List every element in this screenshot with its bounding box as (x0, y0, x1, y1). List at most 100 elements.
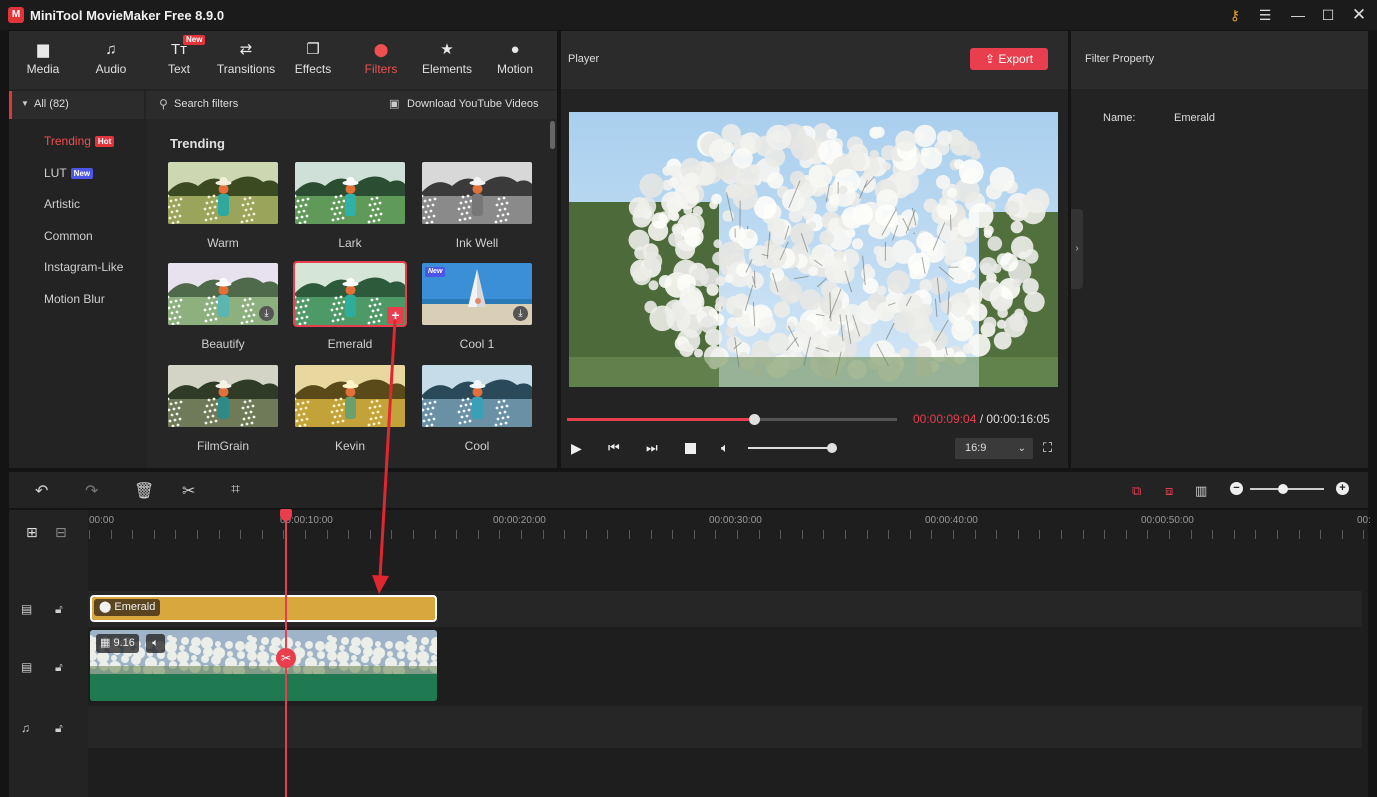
download-icon[interactable]: ⤓ (513, 306, 528, 321)
film-icon: ▦ (100, 637, 114, 649)
folder-icon: ▆ (37, 41, 49, 58)
effects-icon: ❐ (306, 41, 320, 58)
category-trending[interactable]: Trending Hot (44, 134, 115, 148)
volume-slider[interactable] (748, 447, 834, 449)
app-title: MiniTool MovieMaker Free 8.9.0 (30, 8, 225, 23)
chevron-down-icon: ⌄ (1017, 443, 1026, 454)
close-icon[interactable]: ✕ (1345, 4, 1373, 26)
minimize-icon[interactable]: — (1284, 4, 1312, 26)
category-lut[interactable]: LUT New (44, 166, 94, 180)
aspect-ratio-select[interactable]: 16:9 ⌄ (955, 438, 1033, 459)
ruler-tick (1342, 530, 1343, 539)
collapse-panel-toggle[interactable]: › (1071, 209, 1083, 289)
search-bar: ⚲ Search filters ▣ Download YouTube Vide… (146, 91, 557, 119)
filter-scrollbar[interactable] (550, 121, 555, 149)
fit-timeline-icon[interactable]: ▥ (1195, 483, 1207, 499)
filter-property-header: Filter Property (1071, 31, 1368, 89)
video-clip[interactable] (90, 630, 437, 701)
ruler-tick (1083, 530, 1084, 539)
tab-audio[interactable]: ♫ Audio (77, 31, 145, 89)
clip-audio-icon[interactable]: 🔈︎ (146, 634, 165, 653)
add-filter-button[interactable]: + (387, 307, 404, 324)
aspect-ratio-value: 16:9 (965, 442, 987, 454)
filter-thumbnail-lark[interactable] (295, 162, 405, 224)
ruler-tick (111, 530, 112, 539)
download-icon[interactable]: ⤓ (259, 306, 274, 321)
tab-media[interactable]: ▆ Media (9, 31, 77, 89)
ruler-tick (780, 530, 781, 539)
tab-label: Media (26, 62, 60, 76)
ruler-tick (564, 530, 565, 539)
youtube-download-icon: ▣ (389, 98, 400, 110)
play-icon[interactable]: ▶ (571, 440, 582, 457)
category-common[interactable]: Common (44, 229, 93, 243)
stop-icon[interactable] (685, 443, 696, 454)
add-track-icon[interactable]: ⊞ (26, 524, 38, 541)
filter-label: Ink Well (455, 236, 499, 250)
ruler-tick (629, 530, 630, 539)
unlock-icon[interactable]: 🔓︎ (55, 602, 63, 617)
ruler-tick (737, 530, 738, 539)
fullscreen-icon[interactable]: ⛶ (1043, 440, 1052, 456)
time-readout: 00:00:09:04 / 00:00:16:05 (913, 412, 1050, 426)
category-label: Trending (44, 134, 91, 148)
category-motion-blur[interactable]: Motion Blur (44, 292, 105, 306)
playhead-handle[interactable] (280, 509, 292, 521)
split-scissors-icon[interactable]: ✂ (276, 648, 296, 668)
maximize-icon[interactable]: ☐ (1314, 4, 1342, 26)
tab-filters[interactable]: ⬤ Filters (347, 31, 415, 89)
key-icon[interactable]: ⚷ (1221, 4, 1249, 26)
ruler-tick-label: 00: (1357, 515, 1371, 526)
category-all[interactable]: ▼ All (82) (9, 91, 144, 119)
search-input[interactable]: Search filters (174, 98, 238, 110)
tab-label: Elements (421, 62, 473, 76)
ruler-tick (1212, 530, 1213, 539)
unlock-icon[interactable]: 🔓︎ (55, 721, 63, 736)
ruler-tick (1191, 530, 1192, 539)
crop-icon[interactable]: ⌗ (231, 481, 240, 499)
tab-text[interactable]: New Tт Text (145, 31, 213, 89)
split-clip-icon[interactable]: ⧈ (1165, 483, 1173, 499)
unlock-icon[interactable]: 🔓︎ (55, 660, 63, 675)
snap-icon[interactable]: ⧉ (1132, 483, 1141, 499)
filter-thumbnail-filmgrain[interactable] (168, 365, 278, 427)
export-button[interactable]: ⇪ Export (970, 48, 1048, 70)
next-frame-icon[interactable]: ⏭ (646, 440, 658, 456)
filter-thumbnail-warm[interactable] (168, 162, 278, 224)
zoom-slider-handle[interactable] (1278, 484, 1288, 494)
playback-progress-handle[interactable] (749, 414, 760, 425)
ruler-tick (953, 530, 954, 539)
undo-icon[interactable]: ↶ (35, 481, 48, 501)
menu-icon[interactable]: ☰ (1251, 4, 1279, 26)
download-youtube-link[interactable]: Download YouTube Videos (407, 98, 539, 110)
ruler-tick (1277, 530, 1278, 539)
filter-thumbnail-ink-well[interactable] (422, 162, 532, 224)
zoom-out-icon[interactable]: − (1230, 482, 1243, 495)
previous-frame-icon[interactable]: ⏮ (608, 440, 620, 456)
redo-icon[interactable]: ↷ (85, 481, 98, 501)
tab-label: Motion (496, 62, 534, 76)
ruler-tick (435, 530, 436, 539)
volume-icon[interactable]: 🔈︎ (721, 440, 729, 456)
category-instagram-like[interactable]: Instagram-Like (44, 260, 123, 274)
tab-label: Filters (364, 62, 398, 76)
ruler-tick (391, 530, 392, 539)
tab-elements[interactable]: ★ Elements (413, 31, 481, 89)
ruler-tick (197, 530, 198, 539)
filter-thumbnail-kevin[interactable] (295, 365, 405, 427)
split-scissors-icon[interactable]: ✂ (182, 481, 195, 501)
ruler-tick (888, 530, 889, 539)
tab-label: Audio (95, 62, 127, 76)
tab-transitions[interactable]: ⇄ Transitions (213, 31, 279, 89)
current-time: 00:00:09:04 (913, 412, 977, 426)
tab-motion[interactable]: ● Motion (481, 31, 549, 89)
category-artistic[interactable]: Artistic (44, 197, 80, 211)
filter-thumbnail-cool[interactable] (422, 365, 532, 427)
tab-effects[interactable]: ❐ Effects (279, 31, 347, 89)
ruler-tick-label: 00:00:20:00 (493, 515, 546, 526)
filter-clip-chip: ⬤ Emerald (94, 599, 161, 616)
volume-slider-handle[interactable] (827, 443, 837, 453)
delete-icon[interactable]: 🗑︎ (134, 481, 154, 501)
zoom-in-icon[interactable]: + (1336, 482, 1349, 495)
remove-track-icon[interactable]: ⊟ (55, 524, 67, 541)
